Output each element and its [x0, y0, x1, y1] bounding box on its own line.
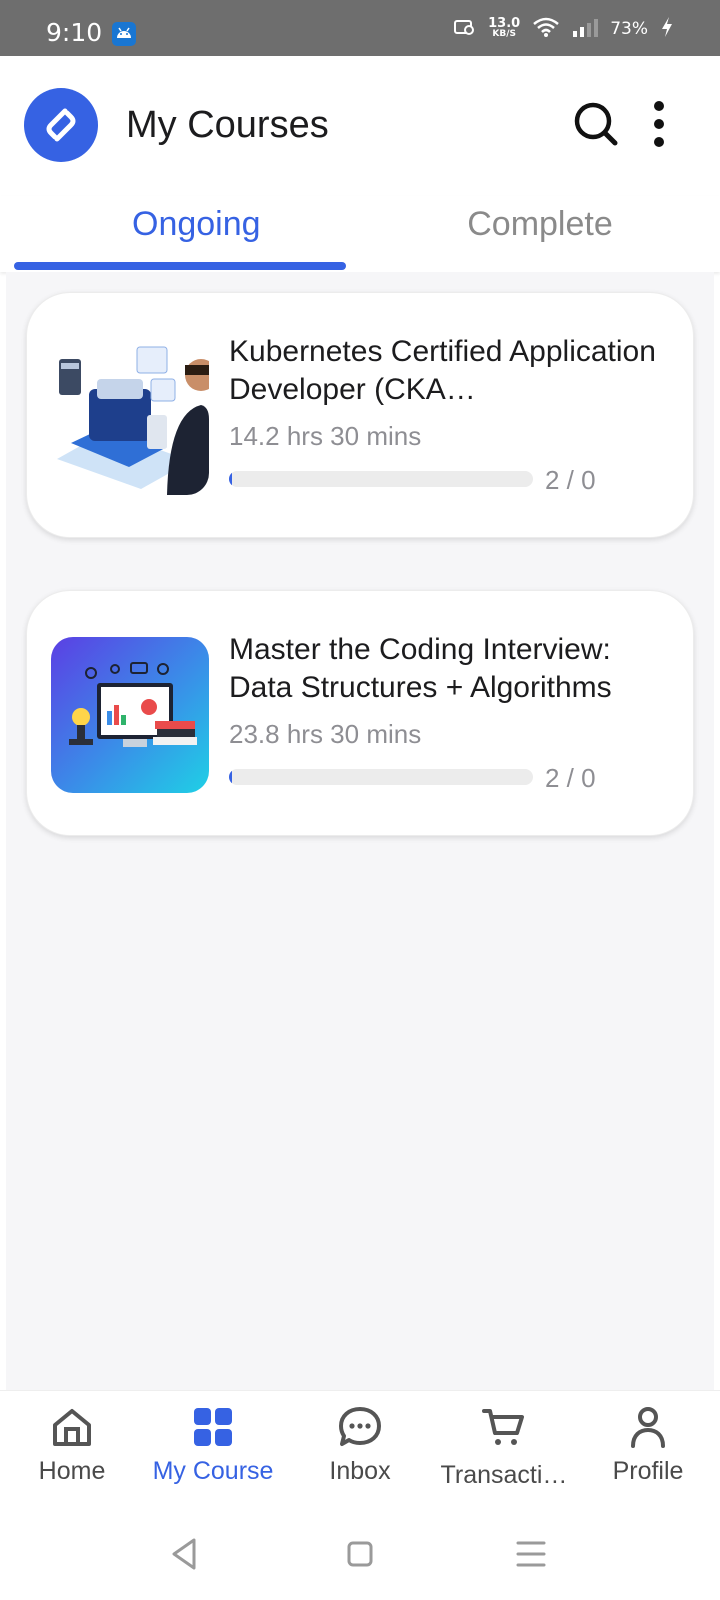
app-logo	[24, 88, 98, 162]
course-card[interactable]: Master the Coding Interview: Data Struct…	[26, 590, 694, 836]
nav-label: Profile	[612, 1457, 684, 1485]
person-icon	[631, 1407, 665, 1448]
nav-label: Inbox	[329, 1457, 391, 1485]
grid-icon	[194, 1408, 232, 1446]
course-tabs: Ongoing Complete	[0, 196, 720, 272]
tab-complete[interactable]: Complete	[360, 196, 720, 272]
course-progress-bar	[229, 471, 533, 487]
nav-item-home[interactable]: Home	[0, 1391, 144, 1511]
system-menu-button[interactable]	[512, 1534, 552, 1574]
status-time: 9:10	[46, 18, 103, 47]
screen-record-icon	[454, 18, 476, 40]
home-square-icon	[347, 1541, 373, 1567]
app-bar: My Courses	[0, 56, 720, 196]
page-title: My Courses	[126, 104, 329, 146]
more-options-button[interactable]	[646, 96, 698, 152]
chat-icon	[339, 1407, 381, 1446]
signal-icon	[572, 17, 599, 41]
course-progress-bar	[229, 769, 533, 785]
search-button[interactable]	[568, 96, 624, 152]
android-notification-icon	[112, 22, 136, 46]
charging-icon	[660, 16, 674, 42]
back-triangle-icon	[172, 1538, 196, 1570]
nav-item-transactions[interactable]: Transacti…	[432, 1391, 576, 1511]
cart-icon	[482, 1409, 524, 1445]
system-home-button[interactable]	[340, 1534, 380, 1574]
course-progress-count: 2 / 0	[545, 465, 596, 495]
network-speed-value: 13.0	[488, 16, 521, 31]
more-vertical-icon	[654, 101, 664, 147]
status-bar: 9:10 13.0 KB/S 73%	[0, 0, 720, 56]
menu-lines-icon	[516, 1541, 546, 1567]
network-speed: 13.0 KB/S	[488, 16, 521, 40]
nav-item-inbox[interactable]: Inbox	[288, 1391, 432, 1511]
nav-label: Home	[38, 1457, 106, 1485]
course-progress-count: 2 / 0	[545, 763, 596, 793]
search-icon	[574, 102, 618, 146]
bottom-navigation: Home My Course Inbox Transacti… Profile	[0, 1390, 720, 1510]
network-speed-unit: KB/S	[492, 29, 516, 39]
course-title: Kubernetes Certified Application Develop…	[229, 335, 656, 406]
home-icon	[53, 1409, 91, 1446]
course-thumbnail	[51, 339, 209, 495]
active-tab-indicator	[14, 262, 346, 270]
system-back-button[interactable]	[166, 1534, 206, 1574]
system-navigation	[0, 1510, 720, 1600]
course-title: Master the Coding Interview: Data Struct…	[229, 633, 612, 704]
nav-label: Transacti…	[440, 1461, 568, 1489]
tab-ongoing[interactable]: Ongoing	[20, 196, 380, 272]
course-duration: 14.2 hrs 30 mins	[229, 421, 422, 451]
course-card[interactable]: Kubernetes Certified Application Develop…	[26, 292, 694, 538]
course-list: Kubernetes Certified Application Develop…	[6, 272, 714, 1390]
course-thumbnail	[51, 637, 209, 793]
course-duration: 23.8 hrs 30 mins	[229, 719, 422, 749]
battery-level: 73%	[610, 19, 648, 39]
nav-label: My Course	[152, 1457, 274, 1485]
status-indicators: 13.0 KB/S 73%	[454, 16, 674, 42]
nav-item-profile[interactable]: Profile	[576, 1391, 720, 1511]
course-progress-fill	[229, 769, 233, 785]
course-progress-fill	[229, 471, 233, 487]
wifi-icon	[532, 16, 560, 42]
nav-item-my-course[interactable]: My Course	[141, 1391, 285, 1511]
